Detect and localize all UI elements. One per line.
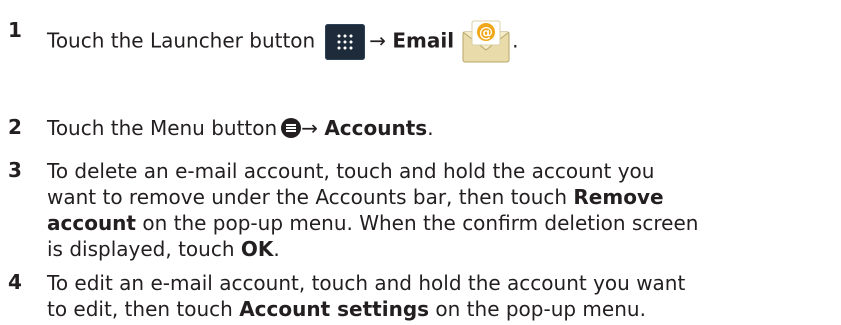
step-4-line-1: To edit an e-mail account, touch and hol…	[47, 271, 686, 295]
step-3-line-1: To delete an e-mail account, touch and h…	[47, 159, 655, 183]
email-icon: @	[460, 18, 512, 66]
step-number: 1	[8, 18, 22, 42]
accounts-label: Accounts	[324, 116, 428, 140]
arrow: →	[369, 28, 386, 53]
launcher-icon	[325, 24, 366, 60]
svg-text:@: @	[479, 25, 493, 41]
email-label: Email	[392, 28, 455, 53]
step-number: 2	[8, 115, 22, 139]
step-2-text: Touch the Menu button → Accounts.	[47, 116, 434, 140]
step-1-text: Touch the Launcher button → Email @ .	[47, 18, 518, 66]
step-number: 3	[8, 158, 22, 182]
arrow: →	[301, 116, 318, 140]
menu-icon	[281, 117, 302, 138]
step-number: 4	[8, 270, 22, 294]
step-3-line-2: want to remove under the Accounts bar, t…	[47, 185, 664, 209]
step-3-line-3: account on the pop-up menu. When the con…	[47, 211, 699, 235]
step-4-line-2: to edit, then touch Account settings on …	[47, 297, 646, 321]
step-3-line-4: is displayed, touch OK.	[47, 237, 280, 261]
